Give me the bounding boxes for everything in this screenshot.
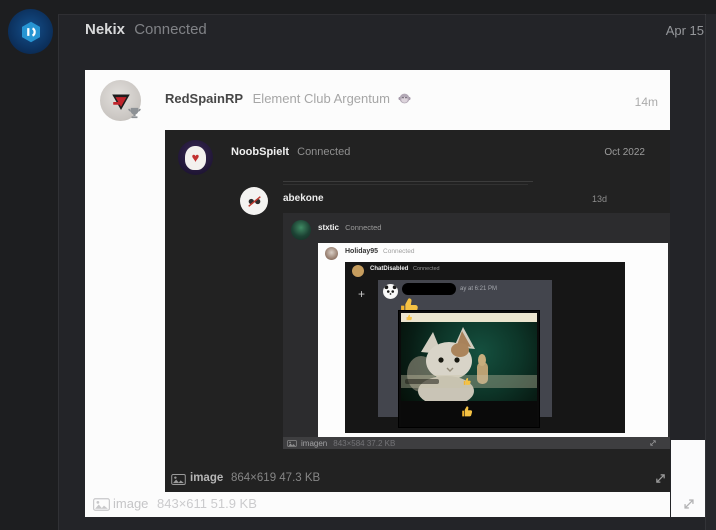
expand-diagonal-icon (654, 472, 667, 485)
image-icon (287, 440, 297, 447)
crossed-glasses-icon (246, 193, 263, 210)
attachment-size: 864×619 47.3 KB (231, 472, 321, 484)
app-window: Nekix Connected Apr 15 RedSpainRP Elemen… (0, 0, 716, 530)
panda-avatar (383, 284, 398, 299)
right-divider (705, 14, 706, 530)
expand-diagonal-icon (649, 439, 657, 447)
overlay-text-smudge (405, 379, 439, 384)
cat-photo-overlay-bar (401, 375, 537, 388)
card4-author: stxtic (318, 223, 339, 232)
abekone-avatar (240, 187, 268, 215)
card-corner-block (671, 440, 705, 517)
attachment-footer-noobspielt: image 864×619 47.3 KB (165, 470, 670, 492)
attachment-bar-imagen: imagen 843×584 37.2 KB (283, 437, 670, 449)
card5-header: Holiday95 Connected (345, 248, 414, 255)
censored-username (402, 283, 456, 295)
screenshot-holiday95: Holiday95 Connected ChatDisabled Connect… (318, 243, 668, 437)
stxtic-avatar (291, 220, 311, 240)
plus-icon: + (358, 287, 366, 301)
attachment-size: 843×611 51.9 KB (157, 496, 257, 511)
app-name: Nekix (85, 21, 126, 38)
card5-status: Connected (383, 248, 415, 255)
card4-header: stxtic Connected (318, 223, 381, 232)
card6-author: ChatDisabled (370, 266, 409, 272)
chatdisabled-avatar (352, 265, 364, 277)
page-title: Nekix Connected (85, 21, 207, 38)
card4-status: Connected (345, 223, 382, 232)
compression-artifact-line (283, 184, 528, 185)
card1-context: Element Club Argentum (252, 91, 390, 106)
card2-author: NoobSpielt (231, 146, 290, 158)
noobspielt-avatar: ♥ (178, 140, 213, 175)
thumbs-up-icon (461, 405, 474, 418)
app-status: Connected (134, 21, 207, 38)
card2-date: Oct 2022 (604, 147, 645, 158)
image-icon (171, 474, 186, 485)
attachment-size: 843×584 37.2 KB (333, 438, 396, 448)
cat-image-frame (398, 310, 540, 428)
trophy-icon (127, 106, 142, 121)
image-icon (93, 498, 110, 511)
compression-artifact-line (283, 181, 533, 182)
nekix-avatar[interactable] (8, 9, 53, 54)
card6-header: ChatDisabled Connected (370, 266, 440, 272)
card2-status: Connected (297, 146, 351, 158)
holiday95-avatar (325, 247, 338, 260)
card5-author: Holiday95 (345, 248, 379, 255)
monkey-emoji (398, 92, 411, 105)
header-date: Apr 15 (665, 23, 704, 38)
cat-frame-topbar (401, 313, 537, 322)
card1-author: RedSpainRP (165, 91, 244, 106)
card2-header: NoobSpielt Connected (231, 146, 350, 158)
expand-diagonal-icon[interactable] (682, 497, 696, 511)
attachment-label: imagen (301, 438, 328, 448)
attachment-label: image (113, 496, 149, 511)
right-rail (706, 14, 716, 530)
thumbs-up-icon (406, 314, 413, 321)
card6-status: Connected (413, 266, 440, 272)
chat-timestamp: ay at 6:21 PM (460, 286, 498, 292)
cat-illustration (401, 322, 537, 401)
cat-frame-footer (401, 401, 537, 427)
card1-time: 14m (634, 95, 658, 109)
cat-photo (401, 322, 537, 401)
attachment-label: image (190, 472, 224, 484)
thumbs-up-icon (463, 377, 472, 386)
card1-header: RedSpainRP Element Club Argentum (165, 91, 411, 106)
quote-card-redspainrp[interactable]: RedSpainRP Element Club Argentum 14m ♥ N… (85, 70, 670, 517)
nekix-logo-icon (19, 20, 43, 44)
screenshot-chatdisabled: ChatDisabled Connected + ay at 6:21 PM (345, 262, 625, 433)
card3-time: 13d (591, 194, 607, 204)
card3-author: abekone (283, 193, 324, 204)
noobspielt-logo-icon: ♥ (185, 145, 206, 170)
screenshot-stxtic: stxtic Connected Holiday95 Connected Cha… (283, 213, 670, 449)
screenshot-noobspielt: ♥ NoobSpielt Connected Oct 2022 abekone … (165, 130, 670, 492)
attachment-footer-card1[interactable]: image 843×611 51.9 KB (85, 494, 670, 517)
